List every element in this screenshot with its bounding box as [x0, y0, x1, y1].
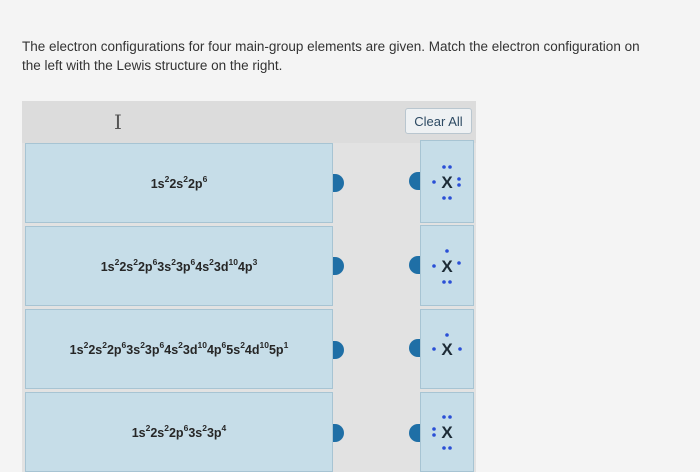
- electron-count: 10: [228, 256, 238, 267]
- electron-count: 2: [114, 256, 120, 267]
- electron-count: 6: [183, 422, 189, 433]
- lewis-connector-1[interactable]: [409, 172, 420, 190]
- electron-count: 4: [221, 422, 227, 433]
- config-card-2[interactable]: 1s22s22p63s23p64s23d104p3: [25, 226, 333, 306]
- orbital-label: 5s: [226, 343, 241, 358]
- config-card-4[interactable]: 1s22s22p63s23p4: [25, 392, 333, 472]
- config-text-1: 1s22s22p6: [150, 173, 208, 192]
- orbital-label: 4p: [237, 260, 253, 275]
- config-card-1[interactable]: 1s22s22p6: [25, 143, 333, 223]
- clear-all-button[interactable]: Clear All: [405, 108, 472, 134]
- electron-count: 2: [164, 173, 170, 184]
- electron-count: 6: [159, 339, 165, 350]
- electron-count: 2: [164, 422, 169, 433]
- lewis-connector-4[interactable]: [409, 424, 420, 442]
- orbital-label: 2s: [150, 426, 165, 441]
- orbital-label: 3d: [182, 343, 198, 358]
- electron-count: 10: [259, 339, 269, 350]
- electron-count: 6: [221, 339, 227, 350]
- lewis-symbol-4: X: [441, 423, 453, 442]
- config-text-2: 1s22s22p63s23p64s23d104p3: [100, 256, 258, 275]
- electron-count: 2: [171, 256, 176, 267]
- electron-count: 2: [178, 339, 183, 350]
- electron-count: 2: [202, 422, 207, 433]
- electron-count: 2: [83, 339, 89, 350]
- lewis-card-3[interactable]: X: [420, 309, 474, 389]
- orbital-label: 4s: [164, 343, 179, 358]
- electron-count: 1: [283, 339, 289, 350]
- orbital-label: 2p: [106, 343, 122, 358]
- lewis-connector-2[interactable]: [409, 256, 420, 274]
- orbital-label: 2s: [169, 177, 184, 192]
- orbital-label: 2p: [168, 426, 184, 441]
- electron-count: 3: [252, 256, 258, 267]
- orbital-label: 3s: [126, 343, 141, 358]
- orbital-label: 2s: [119, 260, 134, 275]
- lewis-symbol-1: X: [441, 173, 453, 192]
- orbital-label: 3p: [175, 260, 191, 275]
- electron-count: 2: [183, 173, 188, 184]
- lewis-card-2[interactable]: X: [420, 225, 474, 306]
- electron-count: 6: [190, 256, 196, 267]
- electron-count: 6: [121, 339, 127, 350]
- lewis-connector-3[interactable]: [409, 339, 420, 357]
- electron-count: 2: [240, 339, 245, 350]
- orbital-label: 1s: [100, 260, 115, 275]
- orbital-label: 4p: [206, 343, 222, 358]
- orbital-label: 3p: [206, 426, 222, 441]
- lewis-card-1[interactable]: X: [420, 140, 474, 223]
- electron-count: 2: [145, 422, 151, 433]
- lewis-structure-6-dots: X: [432, 415, 453, 450]
- lewis-symbol-3: X: [441, 340, 453, 359]
- orbital-label: 3d: [213, 260, 229, 275]
- electron-count: 10: [197, 339, 207, 350]
- text-cursor-icon: I: [114, 110, 122, 134]
- orbital-label: 4d: [244, 343, 260, 358]
- lewis-structure-3-dots: X: [432, 333, 462, 359]
- config-text-4: 1s22s22p63s23p4: [131, 422, 227, 441]
- orbital-label: 2p: [137, 260, 153, 275]
- config-text-3: 1s22s22p63s23p64s23d104p65s24d105p1: [69, 339, 289, 358]
- lewis-symbol-2: X: [441, 257, 453, 276]
- electron-count: 2: [140, 339, 145, 350]
- config-card-3[interactable]: 1s22s22p63s23p64s23d104p65s24d105p1: [25, 309, 333, 389]
- orbital-label: 2s: [88, 343, 103, 358]
- orbital-label: 3s: [188, 426, 203, 441]
- electron-count: 2: [209, 256, 214, 267]
- orbital-label: 4s: [195, 260, 210, 275]
- orbital-label: 5p: [268, 343, 284, 358]
- orbital-label: 3s: [157, 260, 172, 275]
- question-prompt: The electron configurations for four mai…: [22, 39, 640, 73]
- electron-count: 2: [133, 256, 138, 267]
- orbital-label: 3p: [144, 343, 160, 358]
- lewis-structure-7-dots: X: [432, 164, 461, 200]
- lewis-card-4[interactable]: X: [420, 392, 474, 472]
- orbital-label: 2p: [187, 177, 203, 192]
- electron-count: 6: [152, 256, 158, 267]
- orbital-label: 1s: [69, 343, 84, 358]
- lewis-structure-5-dots: X: [432, 248, 461, 284]
- orbital-label: 1s: [150, 177, 165, 192]
- orbital-label: 1s: [131, 426, 146, 441]
- electron-count: 2: [102, 339, 107, 350]
- electron-count: 6: [202, 173, 208, 184]
